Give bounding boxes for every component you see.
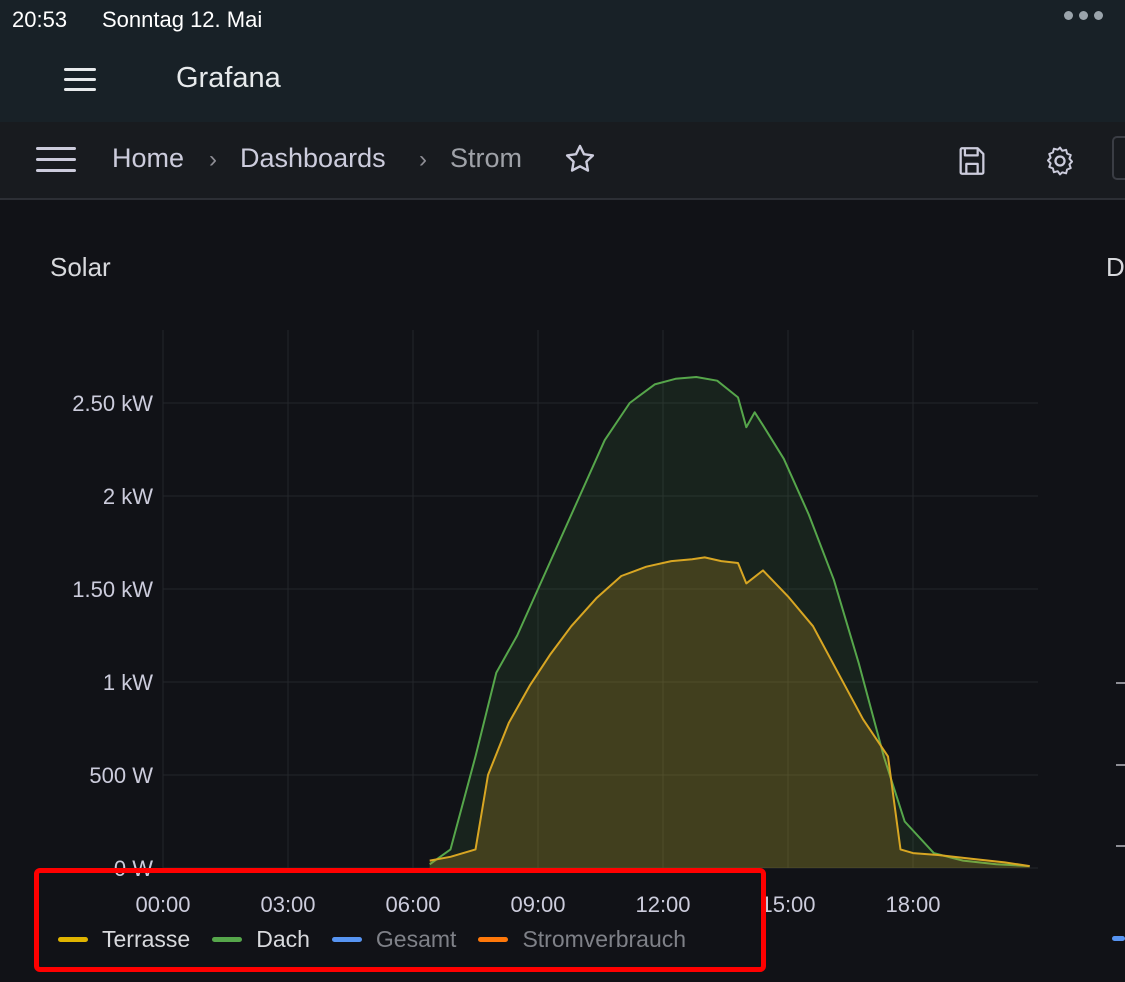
mega-menu-icon[interactable]	[36, 147, 76, 175]
status-time: 20:53	[12, 7, 68, 32]
chart-legend: Terrasse Dach Gesamt Stromverbrauch	[58, 926, 708, 953]
side-panel-tick	[1116, 764, 1125, 766]
side-panel-tick	[1116, 682, 1125, 684]
y-tick-label: 1 kW	[103, 670, 153, 695]
legend-item-stromverbrauch[interactable]: Stromverbrauch	[478, 926, 686, 953]
breadcrumb-current: Strom	[450, 143, 523, 173]
status-bar: 20:53 Sonntag 12. Mai	[0, 0, 1125, 40]
side-panel-legend-swatch	[1112, 936, 1125, 941]
x-tick-label: 03:00	[260, 892, 315, 917]
legend-label: Stromverbrauch	[522, 926, 687, 952]
y-tick-label: 500 W	[89, 763, 153, 788]
y-tick-label: 1.50 kW	[72, 577, 153, 602]
x-tick-label: 09:00	[510, 892, 565, 917]
x-tick-label: 06:00	[385, 892, 440, 917]
panel-title-secondary[interactable]: D	[1106, 252, 1125, 283]
solar-chart: 0 W 500 W 1 kW 1.50 kW 2 kW 2.50 kW 00:00 03:00…	[72, 330, 1038, 917]
app-bar: Grafana	[0, 40, 1125, 122]
status-date: Sonntag 12. Mai	[102, 7, 263, 32]
legend-item-terrasse[interactable]: Terrasse	[58, 926, 190, 953]
legend-item-dach[interactable]: Dach	[212, 926, 310, 953]
y-tick-label: 2 kW	[103, 484, 153, 509]
y-tick-label: 0 W	[114, 856, 153, 881]
time-picker-button[interactable]	[1112, 136, 1125, 180]
panel-title[interactable]: Solar	[50, 252, 111, 283]
x-tick-label: 15:00	[760, 892, 815, 917]
star-favorite-icon[interactable]	[563, 142, 597, 176]
breadcrumb-home[interactable]: Home	[112, 143, 184, 174]
save-icon[interactable]	[955, 144, 989, 178]
breadcrumb-separator: ›	[419, 146, 427, 173]
settings-gear-icon[interactable]	[1043, 144, 1077, 178]
legend-swatch	[331, 937, 362, 942]
legend-label: Gesamt	[375, 926, 457, 952]
legend-item-gesamt[interactable]: Gesamt	[331, 926, 457, 953]
x-tick-label: 18:00	[885, 892, 940, 917]
more-options-icon[interactable]	[1064, 11, 1103, 20]
legend-swatch	[212, 937, 243, 942]
legend-swatch	[478, 937, 509, 942]
breadcrumb-separator: ›	[209, 146, 217, 173]
legend-swatch	[58, 937, 88, 942]
x-tick-label: 00:00	[135, 892, 190, 917]
app-menu-icon[interactable]	[64, 68, 96, 92]
legend-label: Dach	[256, 926, 310, 952]
series-area-terrasse	[429, 557, 1030, 868]
x-tick-label: 12:00	[635, 892, 690, 917]
y-tick-label: 2.50 kW	[72, 391, 153, 416]
side-panel-tick	[1116, 845, 1125, 847]
breadcrumb-dashboards[interactable]: Dashboards	[240, 143, 386, 174]
app-title: Grafana	[176, 62, 281, 94]
legend-label: Terrasse	[102, 926, 191, 952]
